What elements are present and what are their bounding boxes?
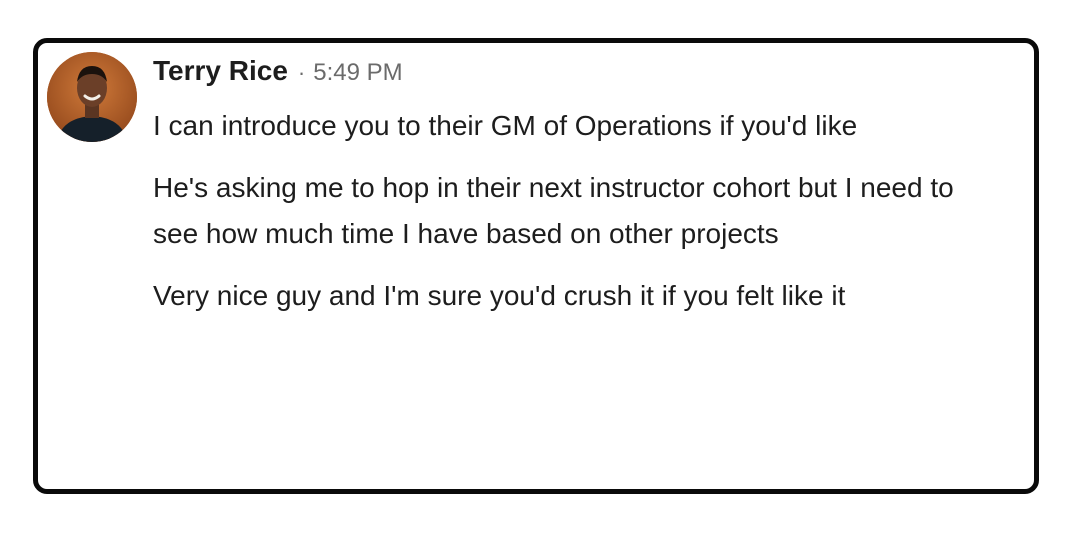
timestamp: 5:49 PM [313,59,403,86]
sender-name[interactable]: Terry Rice [153,55,288,87]
message-header: Terry Rice · 5:49 PM [153,55,994,101]
avatar[interactable] [47,52,137,142]
message-text: He's asking me to hop in their next inst… [153,172,954,249]
message-card: Terry Rice · 5:49 PM I can introduce you… [33,38,1039,494]
message-text: Very nice guy and I'm sure you'd crush i… [153,280,846,311]
separator-dot: · [297,60,306,85]
message-content: Terry Rice · 5:49 PM I can introduce you… [153,55,994,335]
profile-photo-icon [47,52,137,142]
message-text: I can introduce you to their GM of Opera… [153,110,858,141]
